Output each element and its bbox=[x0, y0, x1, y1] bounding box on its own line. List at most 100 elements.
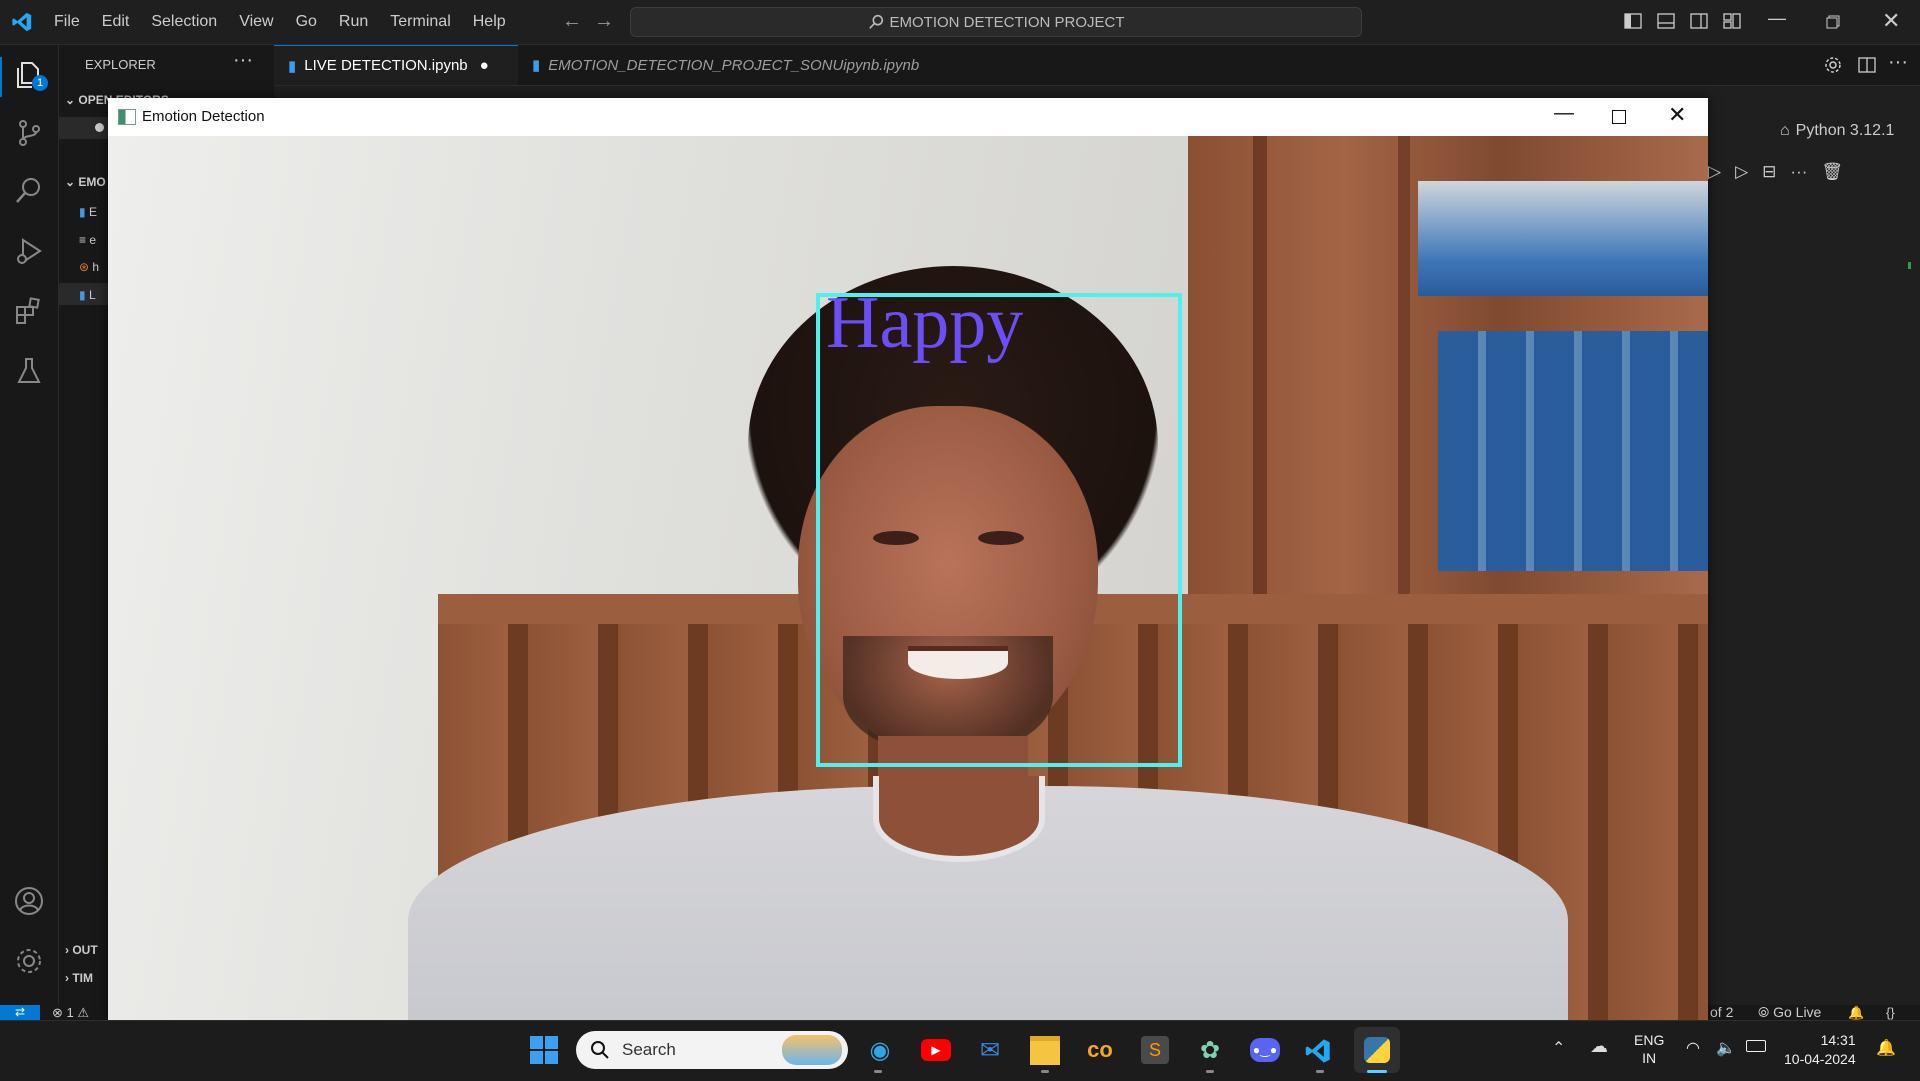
volume-icon[interactable]: 🔈 bbox=[1716, 1038, 1736, 1058]
youtube-icon[interactable]: ▶ bbox=[918, 1033, 954, 1067]
menu-help[interactable]: Help bbox=[473, 13, 506, 31]
menu-view[interactable]: View bbox=[239, 13, 273, 31]
t-shirt-collar bbox=[873, 776, 1045, 862]
running-app-indicator bbox=[874, 1070, 882, 1073]
windows-start-icon[interactable] bbox=[529, 1035, 559, 1065]
split-cell-icon[interactable]: ⊟ bbox=[1762, 162, 1776, 182]
clock[interactable]: 14:31 10-04-2024 bbox=[1784, 1031, 1856, 1069]
settings-gear-icon[interactable] bbox=[1824, 56, 1842, 74]
notebook-icon: ▮ bbox=[532, 57, 541, 74]
extensions-icon[interactable] bbox=[13, 295, 45, 327]
cell-toolbar: ▷ ▷ ⊟ ··· 🗑 bbox=[1708, 157, 1868, 187]
kernel-picker[interactable]: ⌂ Python 3.12.1 bbox=[1780, 122, 1894, 140]
project-folder-header[interactable]: ⌄ EMO bbox=[65, 175, 106, 189]
kernel-label: Python 3.12.1 bbox=[1795, 122, 1895, 139]
file-item-label: E bbox=[88, 205, 97, 219]
menu-go[interactable]: Go bbox=[296, 13, 317, 31]
toggle-primary-sidebar-icon[interactable] bbox=[1624, 12, 1642, 30]
timeline-label: TIM bbox=[72, 971, 94, 985]
discord-icon[interactable]: ●‿● bbox=[1247, 1033, 1283, 1067]
wifi-icon[interactable]: ◠ bbox=[1686, 1038, 1700, 1058]
search-highlight-icon bbox=[782, 1035, 842, 1065]
back-arrow-icon[interactable]: ← bbox=[562, 10, 582, 33]
copilot-braces-icon[interactable]: {} bbox=[1886, 1005, 1895, 1020]
testing-flask-icon[interactable] bbox=[13, 355, 45, 387]
restore-window-icon[interactable] bbox=[1826, 15, 1840, 29]
python-icon[interactable] bbox=[1359, 1033, 1395, 1067]
activity-bar: 1 bbox=[0, 45, 59, 1020]
battery-icon[interactable] bbox=[1746, 1040, 1766, 1052]
remote-indicator-icon[interactable]: ⇄ bbox=[0, 1005, 40, 1020]
popup-maximize-icon[interactable] bbox=[1612, 110, 1626, 124]
sublime-text-icon[interactable]: S bbox=[1137, 1033, 1173, 1067]
tab-emotion-detection-project[interactable]: ▮ EMOTION_DETECTION_PROJECT_SONUipynb.ip… bbox=[518, 45, 942, 85]
tab-label: LIVE DETECTION.ipynb bbox=[304, 57, 468, 74]
running-app-indicator bbox=[1041, 1070, 1049, 1073]
show-hidden-icons-chevron-icon[interactable]: ⌃ bbox=[1552, 1038, 1565, 1058]
chatgpt-icon[interactable]: ✿ bbox=[1192, 1033, 1228, 1067]
forward-arrow-icon[interactable]: → bbox=[594, 10, 614, 33]
search-icon[interactable] bbox=[13, 175, 45, 207]
accounts-icon[interactable] bbox=[13, 885, 45, 917]
tab-live-detection[interactable]: ▮ LIVE DETECTION.ipynb ● bbox=[274, 45, 518, 85]
split-editor-icon[interactable] bbox=[1858, 56, 1876, 74]
close-window-icon[interactable]: ✕ bbox=[1882, 8, 1900, 34]
toggle-secondary-sidebar-icon[interactable] bbox=[1690, 12, 1708, 30]
command-center-search[interactable]: EMOTION DETECTION PROJECT bbox=[630, 7, 1362, 37]
file-item[interactable]: ▮ L bbox=[79, 288, 96, 302]
menu-edit[interactable]: Edit bbox=[102, 13, 130, 31]
minimize-window-icon[interactable]: — bbox=[1768, 8, 1786, 29]
onedrive-cloud-icon[interactable]: ☁ bbox=[1590, 1036, 1608, 1057]
timeline-header[interactable]: › TIM bbox=[65, 971, 93, 985]
emotion-detection-window: Emotion Detection — ✕ Happy bbox=[108, 98, 1708, 1020]
tab-label: EMOTION_DETECTION_PROJECT_SONUipynb.ipyn… bbox=[548, 56, 920, 74]
menu-run[interactable]: Run bbox=[339, 13, 368, 31]
explorer-more-icon[interactable]: ··· bbox=[233, 49, 253, 72]
unsaved-dot-icon bbox=[95, 123, 104, 132]
outline-header[interactable]: › OUT bbox=[65, 943, 98, 957]
file-item-label: h bbox=[92, 260, 100, 274]
delete-cell-icon[interactable]: 🗑 bbox=[1821, 162, 1843, 182]
run-debug-icon[interactable] bbox=[13, 235, 45, 267]
go-live-button[interactable]: ⦾ Go Live bbox=[1758, 1005, 1821, 1020]
edge-browser-icon[interactable]: ◉ bbox=[862, 1033, 898, 1067]
menu-file[interactable]: File bbox=[54, 13, 80, 31]
popup-close-icon[interactable]: ✕ bbox=[1668, 102, 1686, 128]
cell-more-icon[interactable]: ··· bbox=[1790, 162, 1807, 182]
page-info[interactable]: of 2 bbox=[1710, 1005, 1733, 1020]
manage-gear-icon[interactable] bbox=[13, 945, 45, 977]
popup-minimize-icon[interactable]: — bbox=[1554, 102, 1574, 125]
search-icon bbox=[591, 1041, 609, 1059]
clock-date: 10-04-2024 bbox=[1784, 1051, 1856, 1067]
editor-more-icon[interactable]: ··· bbox=[1888, 51, 1908, 74]
menu-terminal[interactable]: Terminal bbox=[390, 13, 450, 31]
file-explorer-icon[interactable] bbox=[1027, 1033, 1063, 1067]
menu-selection[interactable]: Selection bbox=[151, 13, 217, 31]
taskbar-search-box[interactable]: Search bbox=[576, 1031, 848, 1069]
mail-icon[interactable]: ✉ bbox=[972, 1033, 1008, 1067]
popup-title-bar[interactable]: Emotion Detection — ✕ bbox=[108, 98, 1708, 137]
colab-icon[interactable]: co bbox=[1082, 1033, 1118, 1067]
project-folder-label: EMO bbox=[78, 175, 106, 189]
language-code: ENG bbox=[1634, 1032, 1665, 1048]
language-indicator[interactable]: ENG IN bbox=[1634, 1031, 1664, 1067]
vscode-logo-icon[interactable] bbox=[10, 11, 34, 33]
customize-layout-icon[interactable] bbox=[1723, 12, 1741, 30]
explorer-title: EXPLORER bbox=[85, 57, 156, 72]
camera-feed: Happy bbox=[108, 136, 1708, 1020]
toggle-panel-icon[interactable] bbox=[1657, 12, 1675, 30]
run-below-icon[interactable]: ▷ bbox=[1735, 162, 1748, 182]
notification-bell-icon[interactable]: 🔔 bbox=[1876, 1038, 1896, 1058]
problems-indicator[interactable]: ⊗ 1 ⚠ bbox=[52, 1005, 89, 1020]
running-app-indicator bbox=[1316, 1070, 1324, 1073]
file-item[interactable]: ≡ e bbox=[79, 233, 96, 247]
run-above-icon[interactable]: ▷ bbox=[1708, 162, 1721, 182]
file-item[interactable]: ▮ E bbox=[79, 205, 97, 219]
go-live-label: Go Live bbox=[1773, 1004, 1822, 1020]
vscode-taskbar-icon[interactable] bbox=[1303, 1037, 1333, 1065]
tab-dirty-indicator[interactable]: ● bbox=[480, 57, 489, 74]
windows-taskbar bbox=[0, 1020, 1920, 1081]
file-item[interactable]: ⊛ h bbox=[79, 260, 99, 274]
source-control-icon[interactable] bbox=[13, 117, 45, 149]
notifications-bell-icon[interactable]: 🔔 bbox=[1848, 1005, 1864, 1020]
